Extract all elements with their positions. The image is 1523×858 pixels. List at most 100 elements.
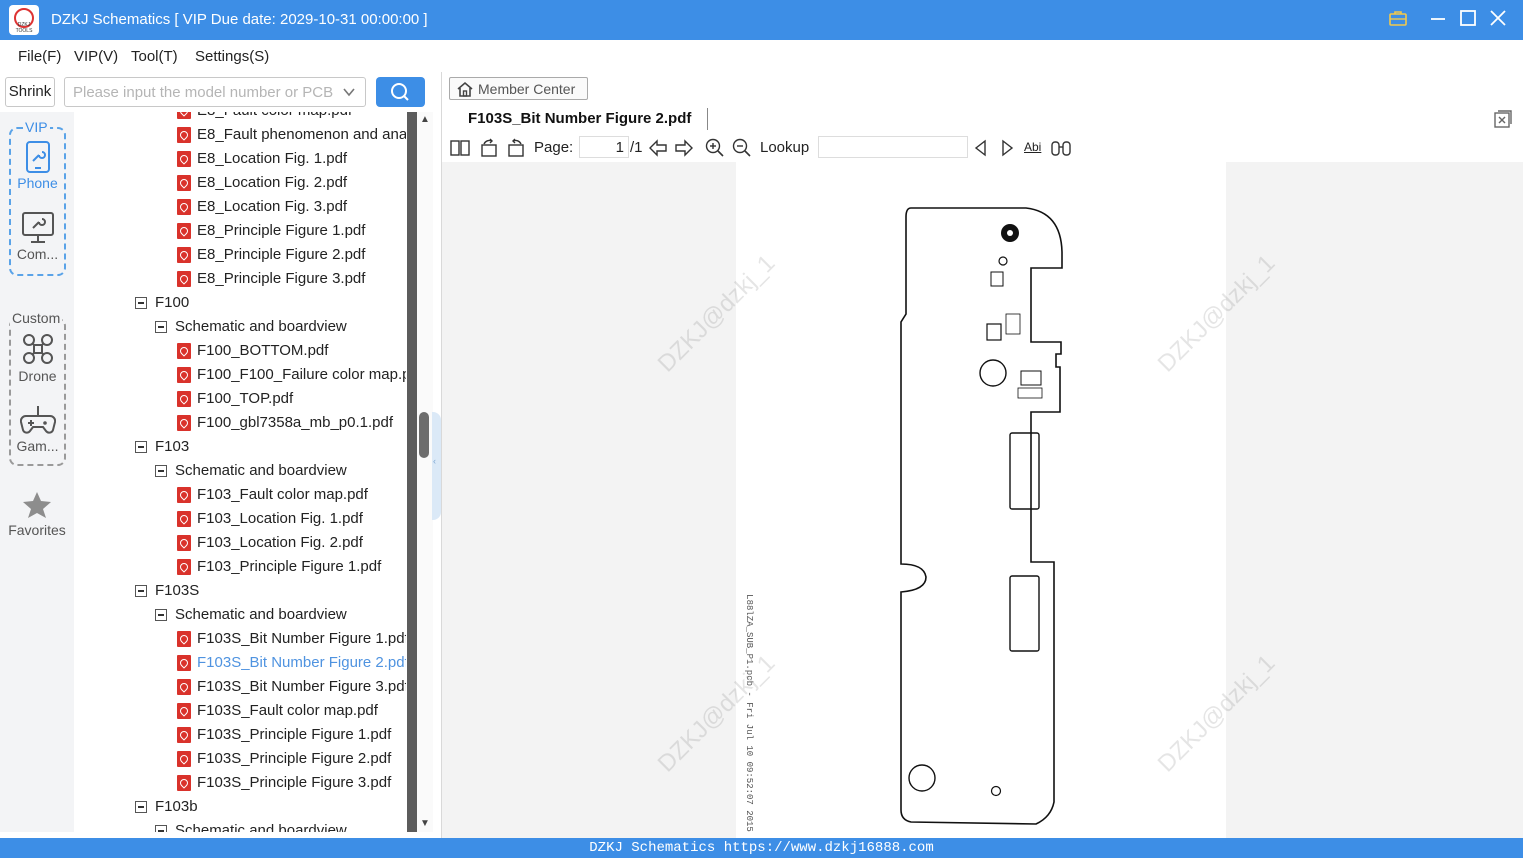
close-tabs-icon[interactable] [1494, 110, 1512, 128]
computer-repair-icon [21, 212, 54, 243]
search-button[interactable] [376, 77, 425, 107]
tree-file-label: E8_Location Fig. 1.pdf [197, 150, 348, 167]
pdf-file-icon [177, 367, 191, 383]
tree-folder-label: F103b [155, 798, 198, 815]
menu-tool[interactable]: Tool(T) [131, 48, 178, 65]
app-logo: DZKJ TOOLS [9, 5, 39, 35]
tree-scroll-thumb[interactable] [419, 412, 429, 458]
tree-file-label: F103S_Principle Figure 1.pdf [197, 726, 392, 743]
zoom-out-icon[interactable] [732, 138, 752, 158]
page-number-input[interactable] [579, 136, 629, 158]
rotate-right-icon[interactable] [506, 138, 526, 158]
pdf-file-icon [177, 655, 191, 671]
member-center-button[interactable]: Member Center [449, 77, 588, 100]
pcb-board-outline [900, 207, 1063, 825]
tree-file-label: F100_BOTTOM.pdf [197, 342, 329, 359]
pdf-file-icon [177, 559, 191, 575]
pdf-file-icon [177, 775, 191, 791]
binoculars-icon[interactable] [1050, 138, 1072, 158]
tree-file-label: F103_Fault color map.pdf [197, 486, 368, 503]
tab-separator [707, 108, 708, 130]
scroll-down-arrow[interactable]: ▼ [418, 818, 432, 832]
maximize-button[interactable] [1458, 8, 1480, 30]
tree-folder-label: Schematic and boardview [175, 462, 347, 479]
collapse-toggle-icon[interactable] [135, 441, 147, 453]
title-bar: DZKJ TOOLS DZKJ Schematics [ VIP Due dat… [0, 0, 1523, 40]
custom-group-label: Custom [10, 310, 63, 326]
tree-file-label: F103S_Bit Number Figure 2.pdf [197, 654, 406, 671]
category-game[interactable]: Gam... [9, 402, 66, 454]
document-tab[interactable]: F103S_Bit Number Figure 2.pdf [468, 110, 691, 127]
pdf-file-icon [177, 391, 191, 407]
pdf-file-icon [177, 751, 191, 767]
board-caption: L88lZA_SUB_P1.pcb - Fri Jul 10 09:52:07 … [743, 594, 754, 832]
category-drone[interactable]: Drone [9, 332, 66, 384]
page-total: /1 [630, 139, 643, 156]
home-icon [457, 81, 473, 97]
pdf-file-icon [177, 343, 191, 359]
next-page-icon[interactable] [674, 138, 694, 158]
menu-file[interactable]: File(F) [18, 48, 61, 65]
status-bar: DZKJ Schematics https://www.dzkj16888.co… [0, 838, 1523, 858]
chevron-down-icon[interactable] [341, 84, 357, 100]
gamepad-icon [19, 406, 56, 434]
pdf-file-icon [177, 679, 191, 695]
pdf-file-icon [177, 487, 191, 503]
viewer-toolbar: Page: /1 Lookup Abi [442, 134, 1523, 162]
search-input[interactable] [64, 77, 366, 107]
minimize-button[interactable] [1428, 8, 1450, 30]
pdf-file-icon [177, 415, 191, 431]
find-previous-icon[interactable] [972, 138, 990, 158]
tree-folder-label: Schematic and boardview [175, 606, 347, 623]
tree-file-label: F103S_Bit Number Figure 1.pdf [197, 630, 406, 647]
tree-folder-label: Schematic and boardview [175, 822, 347, 832]
pdf-file-icon [177, 175, 191, 191]
drone-icon [22, 334, 53, 364]
collapse-panel-handle[interactable]: ‹ [432, 412, 441, 520]
pdf-page [736, 162, 1226, 838]
tree-file-label: F103_Location Fig. 1.pdf [197, 510, 363, 527]
collapse-toggle-icon[interactable] [135, 801, 147, 813]
match-case-toggle[interactable]: Abi [1024, 140, 1041, 154]
zoom-in-icon[interactable] [705, 138, 725, 158]
pdf-file-icon [177, 271, 191, 287]
tree-scroll-track [407, 112, 417, 832]
collapse-toggle-icon[interactable] [155, 321, 167, 333]
close-button[interactable] [1488, 8, 1510, 30]
tree-file-label: F100_TOP.pdf [197, 390, 294, 407]
menu-vip[interactable]: VIP(V) [74, 48, 118, 65]
phone-repair-icon [25, 141, 50, 173]
lookup-input[interactable] [818, 136, 968, 158]
tree-folder-label: F103S [155, 582, 200, 599]
find-next-icon[interactable] [998, 138, 1016, 158]
tree-folder-label: Schematic and boardview [175, 318, 347, 335]
previous-page-icon[interactable] [648, 138, 668, 158]
collapse-toggle-icon[interactable] [135, 585, 147, 597]
shrink-button[interactable]: Shrink [5, 77, 55, 107]
menu-settings[interactable]: Settings(S) [195, 48, 269, 65]
pdf-file-icon [177, 223, 191, 239]
briefcase-icon[interactable] [1388, 8, 1410, 30]
pdf-file-icon [177, 199, 191, 215]
rotate-left-icon[interactable] [479, 138, 499, 158]
tree-file-label: F103S_Bit Number Figure 3.pdf [197, 678, 406, 695]
category-computer[interactable]: Com... [9, 212, 66, 262]
scroll-up-arrow[interactable]: ▲ [418, 114, 432, 128]
collapse-toggle-icon[interactable] [135, 297, 147, 309]
collapse-toggle-icon[interactable] [155, 465, 167, 477]
collapse-toggle-icon[interactable] [155, 825, 167, 832]
vip-group-label: VIP [23, 119, 50, 135]
pdf-file-icon [177, 151, 191, 167]
category-favorites[interactable]: Favorites [0, 490, 74, 538]
two-page-view-icon[interactable] [450, 138, 470, 158]
pdf-file-icon [177, 631, 191, 647]
category-phone[interactable]: Phone [9, 141, 66, 191]
lookup-label: Lookup [760, 139, 810, 156]
page-label: Page: [534, 139, 574, 156]
window-title: DZKJ Schematics [ VIP Due date: 2029-10-… [51, 11, 428, 28]
tree-file-label: F103S_Fault color map.pdf [197, 702, 378, 719]
tree-scrollbar[interactable] [417, 112, 433, 832]
collapse-toggle-icon[interactable] [155, 609, 167, 621]
tree-file-label: F100_F100_Failure color map.pd [197, 366, 406, 383]
tree-file-label: F103_Principle Figure 1.pdf [197, 558, 382, 575]
